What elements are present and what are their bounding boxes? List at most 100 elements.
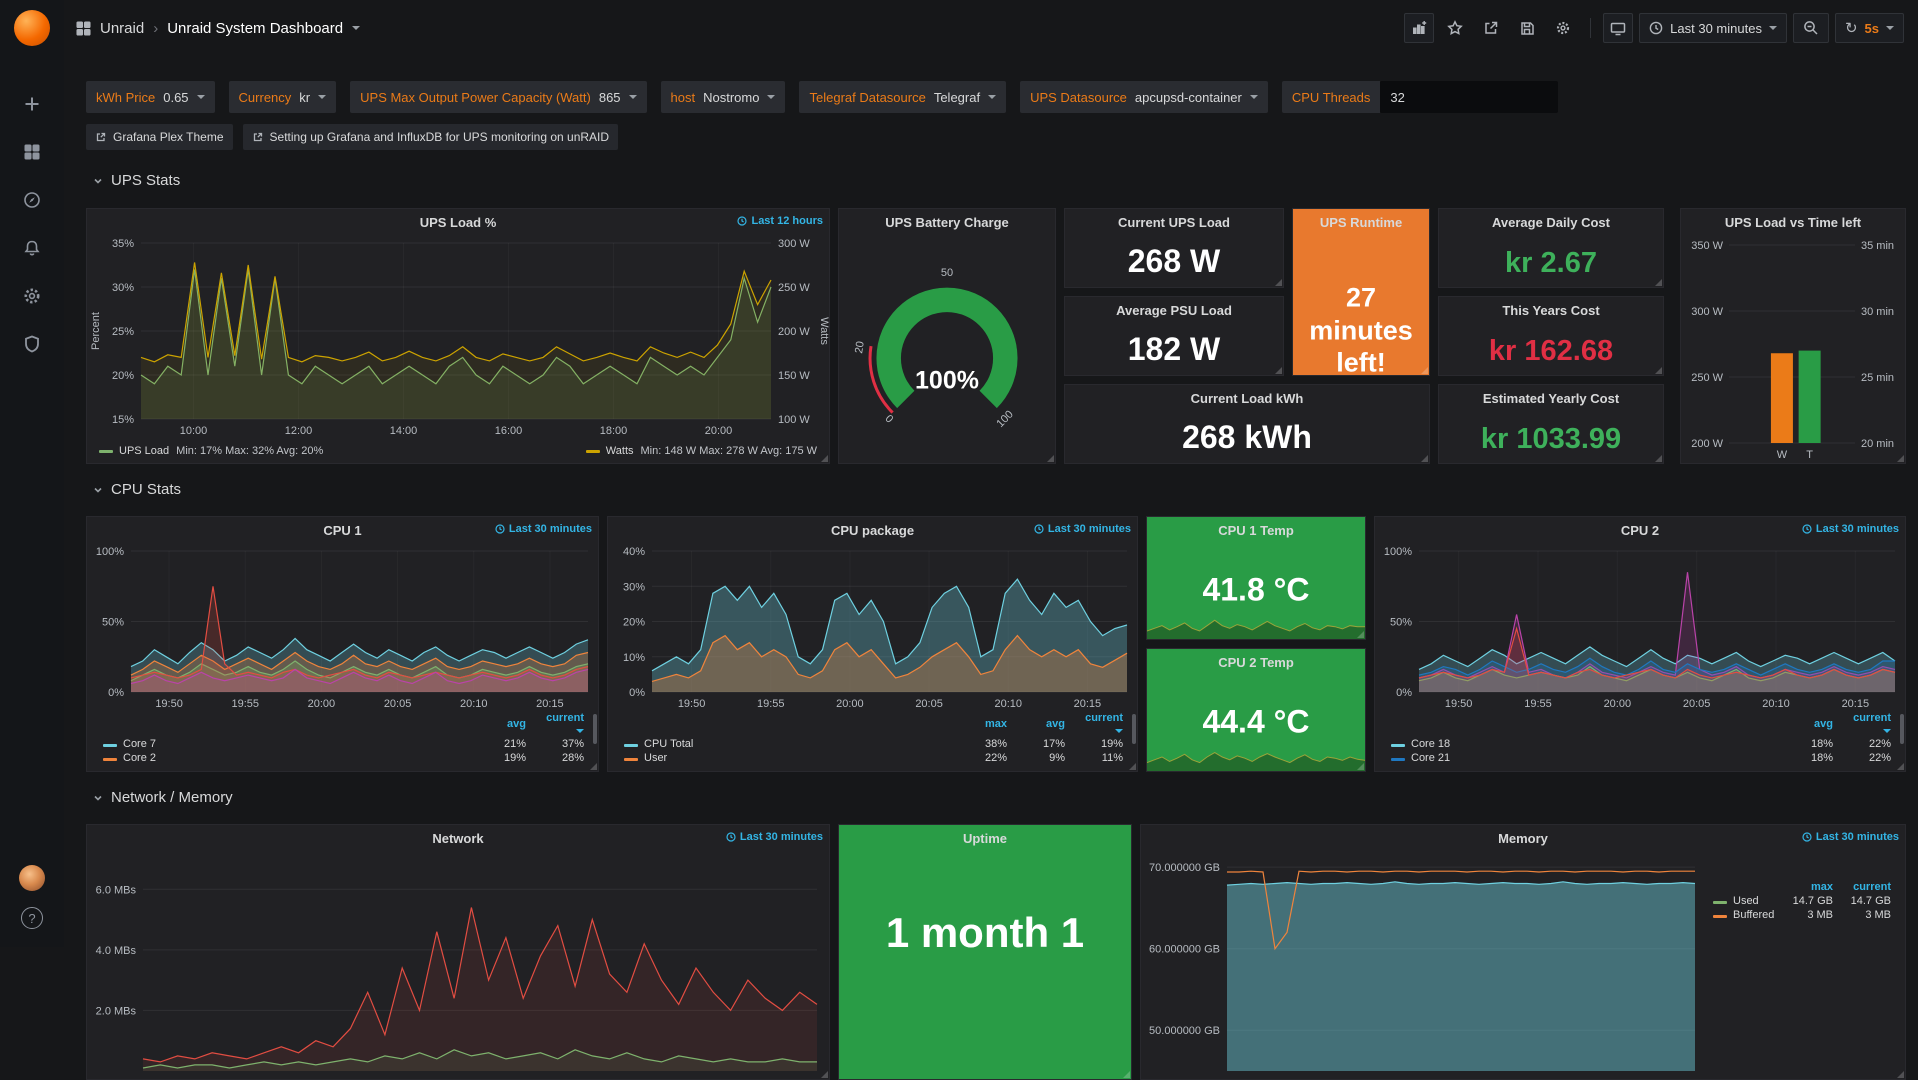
add-panel-button[interactable] <box>1404 13 1434 43</box>
series-name[interactable]: Core 7 <box>123 738 156 750</box>
time-range-picker[interactable]: Last 30 minutes <box>1639 13 1787 43</box>
sidebar-configuration-button[interactable] <box>12 276 52 316</box>
series-name[interactable]: Core 2 <box>123 752 156 764</box>
zoom-out-button[interactable] <box>1793 13 1829 43</box>
variable-value[interactable]: Telegraf <box>934 90 980 105</box>
series-name[interactable]: Buffered <box>1733 909 1774 921</box>
cpu-package-chart[interactable]: 0%10%20%30%40%19:5019:5520:0020:0520:102… <box>608 543 1137 712</box>
panel-title[interactable]: CPU 2 Temp <box>1218 655 1294 670</box>
series-name[interactable]: Used <box>1733 895 1759 907</box>
share-button[interactable] <box>1476 13 1506 43</box>
series-name[interactable]: CPU Total <box>644 738 693 750</box>
section-cpu-stats[interactable]: CPU Stats <box>92 481 181 498</box>
panel-title[interactable]: Network <box>432 831 483 846</box>
legend-item[interactable]: WattsMin: 148 W Max: 278 W Avg: 175 W <box>586 445 817 457</box>
variable-currency[interactable]: Currency kr <box>229 81 337 113</box>
series-name[interactable]: UPS Load <box>119 445 169 457</box>
legend-sort-current[interactable]: current <box>534 712 592 737</box>
section-ups-stats[interactable]: UPS Stats <box>92 172 180 189</box>
panel-title[interactable]: CPU 1 Temp <box>1218 523 1294 538</box>
variable-ups-max-output[interactable]: UPS Max Output Power Capacity (Watt) 865 <box>350 81 646 113</box>
variable-value[interactable]: Nostromo <box>703 90 759 105</box>
svg-text:35%: 35% <box>112 238 134 250</box>
variable-host[interactable]: host Nostromo <box>661 81 786 113</box>
legend-sort-max[interactable]: max <box>957 712 1015 737</box>
sidebar-explore-button[interactable] <box>12 180 52 220</box>
svg-text:20:00: 20:00 <box>705 425 733 437</box>
legend-sort-avg[interactable]: avg <box>1015 712 1073 737</box>
bell-icon <box>22 238 42 258</box>
refresh-button[interactable]: ↻ 5s <box>1835 13 1904 43</box>
legend-value: 19% <box>476 751 534 765</box>
panel-title[interactable]: Average PSU Load <box>1116 303 1232 318</box>
legend-value: 22% <box>957 751 1015 765</box>
series-name[interactable]: Watts <box>606 445 634 457</box>
series-name[interactable]: Core 21 <box>1411 752 1450 764</box>
variable-ups-datasource[interactable]: UPS Datasource apcupsd-container <box>1020 81 1268 113</box>
sidebar-alerting-button[interactable] <box>12 228 52 268</box>
legend-value: 14.7 GB <box>1783 894 1841 908</box>
ups-load-chart[interactable]: 15%20%25%30%35%100 W150 W200 W250 W300 W… <box>87 235 829 439</box>
breadcrumb-dashboard-title[interactable]: Unraid System Dashboard <box>167 20 343 37</box>
panel-title[interactable]: CPU package <box>831 523 914 538</box>
series-name[interactable]: Core 18 <box>1411 738 1450 750</box>
variable-value[interactable]: kr <box>299 90 310 105</box>
caret-down-icon <box>1250 95 1258 99</box>
svg-text:0%: 0% <box>629 687 645 699</box>
panel-title[interactable]: CPU 2 <box>1621 523 1659 538</box>
panel-title[interactable]: Current Load kWh <box>1191 391 1304 406</box>
section-network-memory[interactable]: Network / Memory <box>92 789 233 806</box>
panel-title[interactable]: UPS Load % <box>420 215 497 230</box>
sidebar-admin-button[interactable] <box>12 324 52 364</box>
grafana-logo[interactable] <box>14 10 50 46</box>
cpu2-chart[interactable]: 0%50%100%19:5019:5520:0020:0520:1020:15 <box>1375 543 1905 712</box>
legend-sort-current[interactable]: current <box>1073 712 1131 737</box>
cpu1-chart[interactable]: 0%50%100%19:5019:5520:0020:0520:1020:15 <box>87 543 598 712</box>
user-avatar[interactable] <box>19 865 45 891</box>
panel-title[interactable]: UPS Battery Charge <box>885 215 1009 230</box>
panel-title[interactable]: Average Daily Cost <box>1492 215 1610 230</box>
variable-telegraf-datasource[interactable]: Telegraf Datasource Telegraf <box>799 81 1006 113</box>
cycle-view-button[interactable] <box>1603 13 1633 43</box>
variable-value[interactable]: apcupsd-container <box>1135 90 1242 105</box>
legend-sort-avg[interactable]: avg <box>476 712 534 737</box>
help-button[interactable]: ? <box>21 907 43 929</box>
panel-title[interactable]: Uptime <box>963 831 1007 846</box>
dashboard-link-plex-theme[interactable]: Grafana Plex Theme <box>86 124 233 150</box>
legend-scrollbar[interactable] <box>1132 714 1136 744</box>
cpu-threads-input[interactable] <box>1380 81 1558 113</box>
panel-title[interactable]: Memory <box>1498 831 1548 846</box>
legend-scrollbar[interactable] <box>1900 714 1904 744</box>
save-button[interactable] <box>1512 13 1542 43</box>
sidebar-dashboards-button[interactable] <box>12 132 52 172</box>
svg-text:150 W: 150 W <box>778 370 810 382</box>
svg-text:60.000000 GB: 60.000000 GB <box>1149 944 1220 956</box>
legend-sort-max[interactable]: max <box>1783 881 1841 894</box>
dashboard-settings-button[interactable] <box>1548 13 1578 43</box>
dashboard-link-ups-guide[interactable]: Setting up Grafana and InfluxDB for UPS … <box>243 124 619 150</box>
variable-value[interactable]: 0.65 <box>163 90 188 105</box>
legend-sort-avg[interactable]: avg <box>1783 712 1841 737</box>
star-button[interactable] <box>1440 13 1470 43</box>
panel-title[interactable]: This Years Cost <box>1502 303 1599 318</box>
panel-title[interactable]: Estimated Yearly Cost <box>1483 391 1619 406</box>
breadcrumb-folder[interactable]: Unraid <box>100 20 144 37</box>
sidebar-create-button[interactable] <box>12 84 52 124</box>
network-chart[interactable]: 2.0 MBs4.0 MBs6.0 MBs <box>87 851 829 1079</box>
legend-sort-current[interactable]: current <box>1841 881 1899 894</box>
sort-caret-icon <box>576 729 584 733</box>
svg-text:20:05: 20:05 <box>915 698 943 710</box>
panel-title[interactable]: Current UPS Load <box>1118 215 1230 230</box>
legend-item[interactable]: UPS LoadMin: 17% Max: 32% Avg: 20% <box>99 445 323 457</box>
variable-kwh-price[interactable]: kWh Price 0.65 <box>86 81 215 113</box>
memory-chart[interactable]: 50.000000 GB60.000000 GB70.000000 GB <box>1141 851 1705 1079</box>
legend-sort-current[interactable]: current <box>1841 712 1899 737</box>
panel-title[interactable]: UPS Load vs Time left <box>1725 215 1861 230</box>
panel-title[interactable]: CPU 1 <box>323 523 361 538</box>
legend-scrollbar[interactable] <box>593 714 597 744</box>
svg-text:20:00: 20:00 <box>1604 698 1632 710</box>
caret-down-icon[interactable] <box>352 26 360 30</box>
variable-value[interactable]: 865 <box>599 90 621 105</box>
panel-title[interactable]: UPS Runtime <box>1320 215 1402 230</box>
series-name[interactable]: User <box>644 752 667 764</box>
